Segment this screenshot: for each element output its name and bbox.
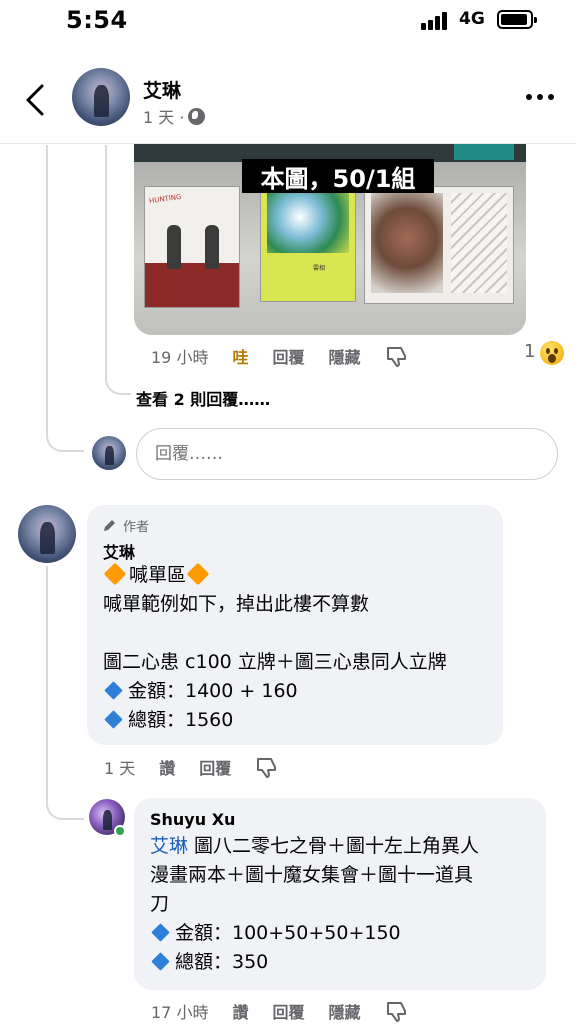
online-status-dot: [114, 825, 126, 837]
commenter-name[interactable]: 艾琳: [103, 539, 487, 562]
thread-line: [105, 145, 107, 370]
blue-diamond-icon: [151, 923, 170, 942]
comment-text-line: 艾琳 圖八二零七之骨＋圖十左上角異人: [150, 835, 480, 857]
dislike-icon[interactable]: [385, 345, 409, 367]
author-avatar[interactable]: [72, 68, 130, 126]
comment-text-line: 總額：1560: [103, 706, 487, 735]
reply-button[interactable]: 回覆: [199, 755, 231, 779]
thread-line: [46, 145, 48, 435]
post-header: 艾琳 1 天 ·: [0, 56, 576, 144]
status-bar: 5:54 4G: [0, 0, 576, 44]
wow-reaction-icon[interactable]: [540, 341, 564, 365]
author-name[interactable]: 艾琳: [143, 76, 181, 103]
commenter-name[interactable]: Shuyu Xu: [150, 810, 530, 832]
comment-actions: 17 小時 讚 回覆 隱藏: [151, 999, 409, 1023]
blue-diamond-icon: [104, 681, 123, 700]
book-cover: 雲相: [260, 186, 356, 302]
mention-link[interactable]: 艾琳: [150, 835, 188, 857]
comment-text-line: 喊單區: [103, 561, 487, 590]
book-cover: HUNTING: [144, 186, 240, 308]
more-options-icon[interactable]: [526, 94, 556, 102]
author-badge: 作者: [103, 515, 487, 535]
current-user-avatar: [92, 436, 126, 470]
comment-time: 1 天: [104, 759, 136, 778]
back-arrow-icon[interactable]: [22, 82, 50, 118]
thread-line: [46, 430, 84, 452]
globe-icon: [188, 107, 206, 125]
signal-icon: [421, 12, 451, 30]
like-button[interactable]: 讚: [159, 755, 175, 779]
reply-button[interactable]: 回覆: [272, 999, 304, 1023]
hide-button[interactable]: 隱藏: [328, 999, 360, 1023]
comment-text-line: 總額：350: [150, 948, 530, 977]
comment-text-line: 刀: [150, 893, 170, 915]
hide-button[interactable]: 隱藏: [328, 344, 360, 368]
reply-input[interactable]: [136, 428, 558, 480]
reply-button[interactable]: 回覆: [272, 344, 304, 368]
status-time: 5:54: [66, 6, 128, 34]
post-time: 1 天 ·: [143, 108, 185, 127]
comment-text-line: 圖二心患 c100 立牌＋圖三心患同人立牌: [103, 651, 447, 673]
comment-text-line: 金額：1400 + 160: [103, 677, 487, 706]
comment-time: 19 小時: [151, 348, 209, 367]
image-caption: 本圖，50/1組: [242, 159, 434, 193]
comment-actions: 1 天 讚 回覆: [104, 755, 279, 779]
commenter-avatar[interactable]: [18, 505, 76, 563]
comment-time: 17 小時: [151, 1003, 209, 1022]
blue-diamond-icon: [104, 710, 123, 729]
blue-diamond-icon: [151, 952, 170, 971]
orange-diamond-icon: [186, 562, 210, 586]
comment-text-line: 漫畫兩本＋圖十魔女集會＋圖十一道具: [150, 864, 474, 886]
battery-icon: [497, 10, 537, 29]
comment-actions: 19 小時 哇 回覆 隱藏: [151, 344, 409, 368]
post-meta: 1 天 ·: [143, 104, 206, 128]
network-type: 4G: [459, 9, 485, 29]
like-button[interactable]: 讚: [232, 999, 248, 1023]
thread-line: [46, 566, 48, 806]
author-label: 作者: [123, 519, 150, 535]
dislike-icon[interactable]: [255, 756, 279, 778]
dislike-icon[interactable]: [385, 1000, 409, 1022]
comment-text-line: 金額：100+50+50+150: [150, 919, 530, 948]
reaction-count[interactable]: 1: [524, 341, 535, 362]
view-replies-link[interactable]: 查看 2 則回覆……: [136, 386, 270, 410]
thread-line: [105, 365, 131, 395]
book-cover: [364, 186, 514, 304]
comment-bubble: 作者 艾琳 喊單區 喊單範例如下，掉出此樓不算數 圖二心患 c100 立牌＋圖三…: [87, 505, 503, 745]
comment-bubble: Shuyu Xu 艾琳 圖八二零七之骨＋圖十左上角異人 漫畫兩本＋圖十魔女集會＋…: [134, 798, 546, 990]
pencil-icon: [104, 520, 115, 531]
reaction-button[interactable]: 哇: [232, 344, 248, 368]
comment-text-line: 喊單範例如下，掉出此樓不算數: [103, 593, 370, 615]
orange-diamond-icon: [103, 562, 127, 586]
thread-line: [46, 800, 84, 820]
